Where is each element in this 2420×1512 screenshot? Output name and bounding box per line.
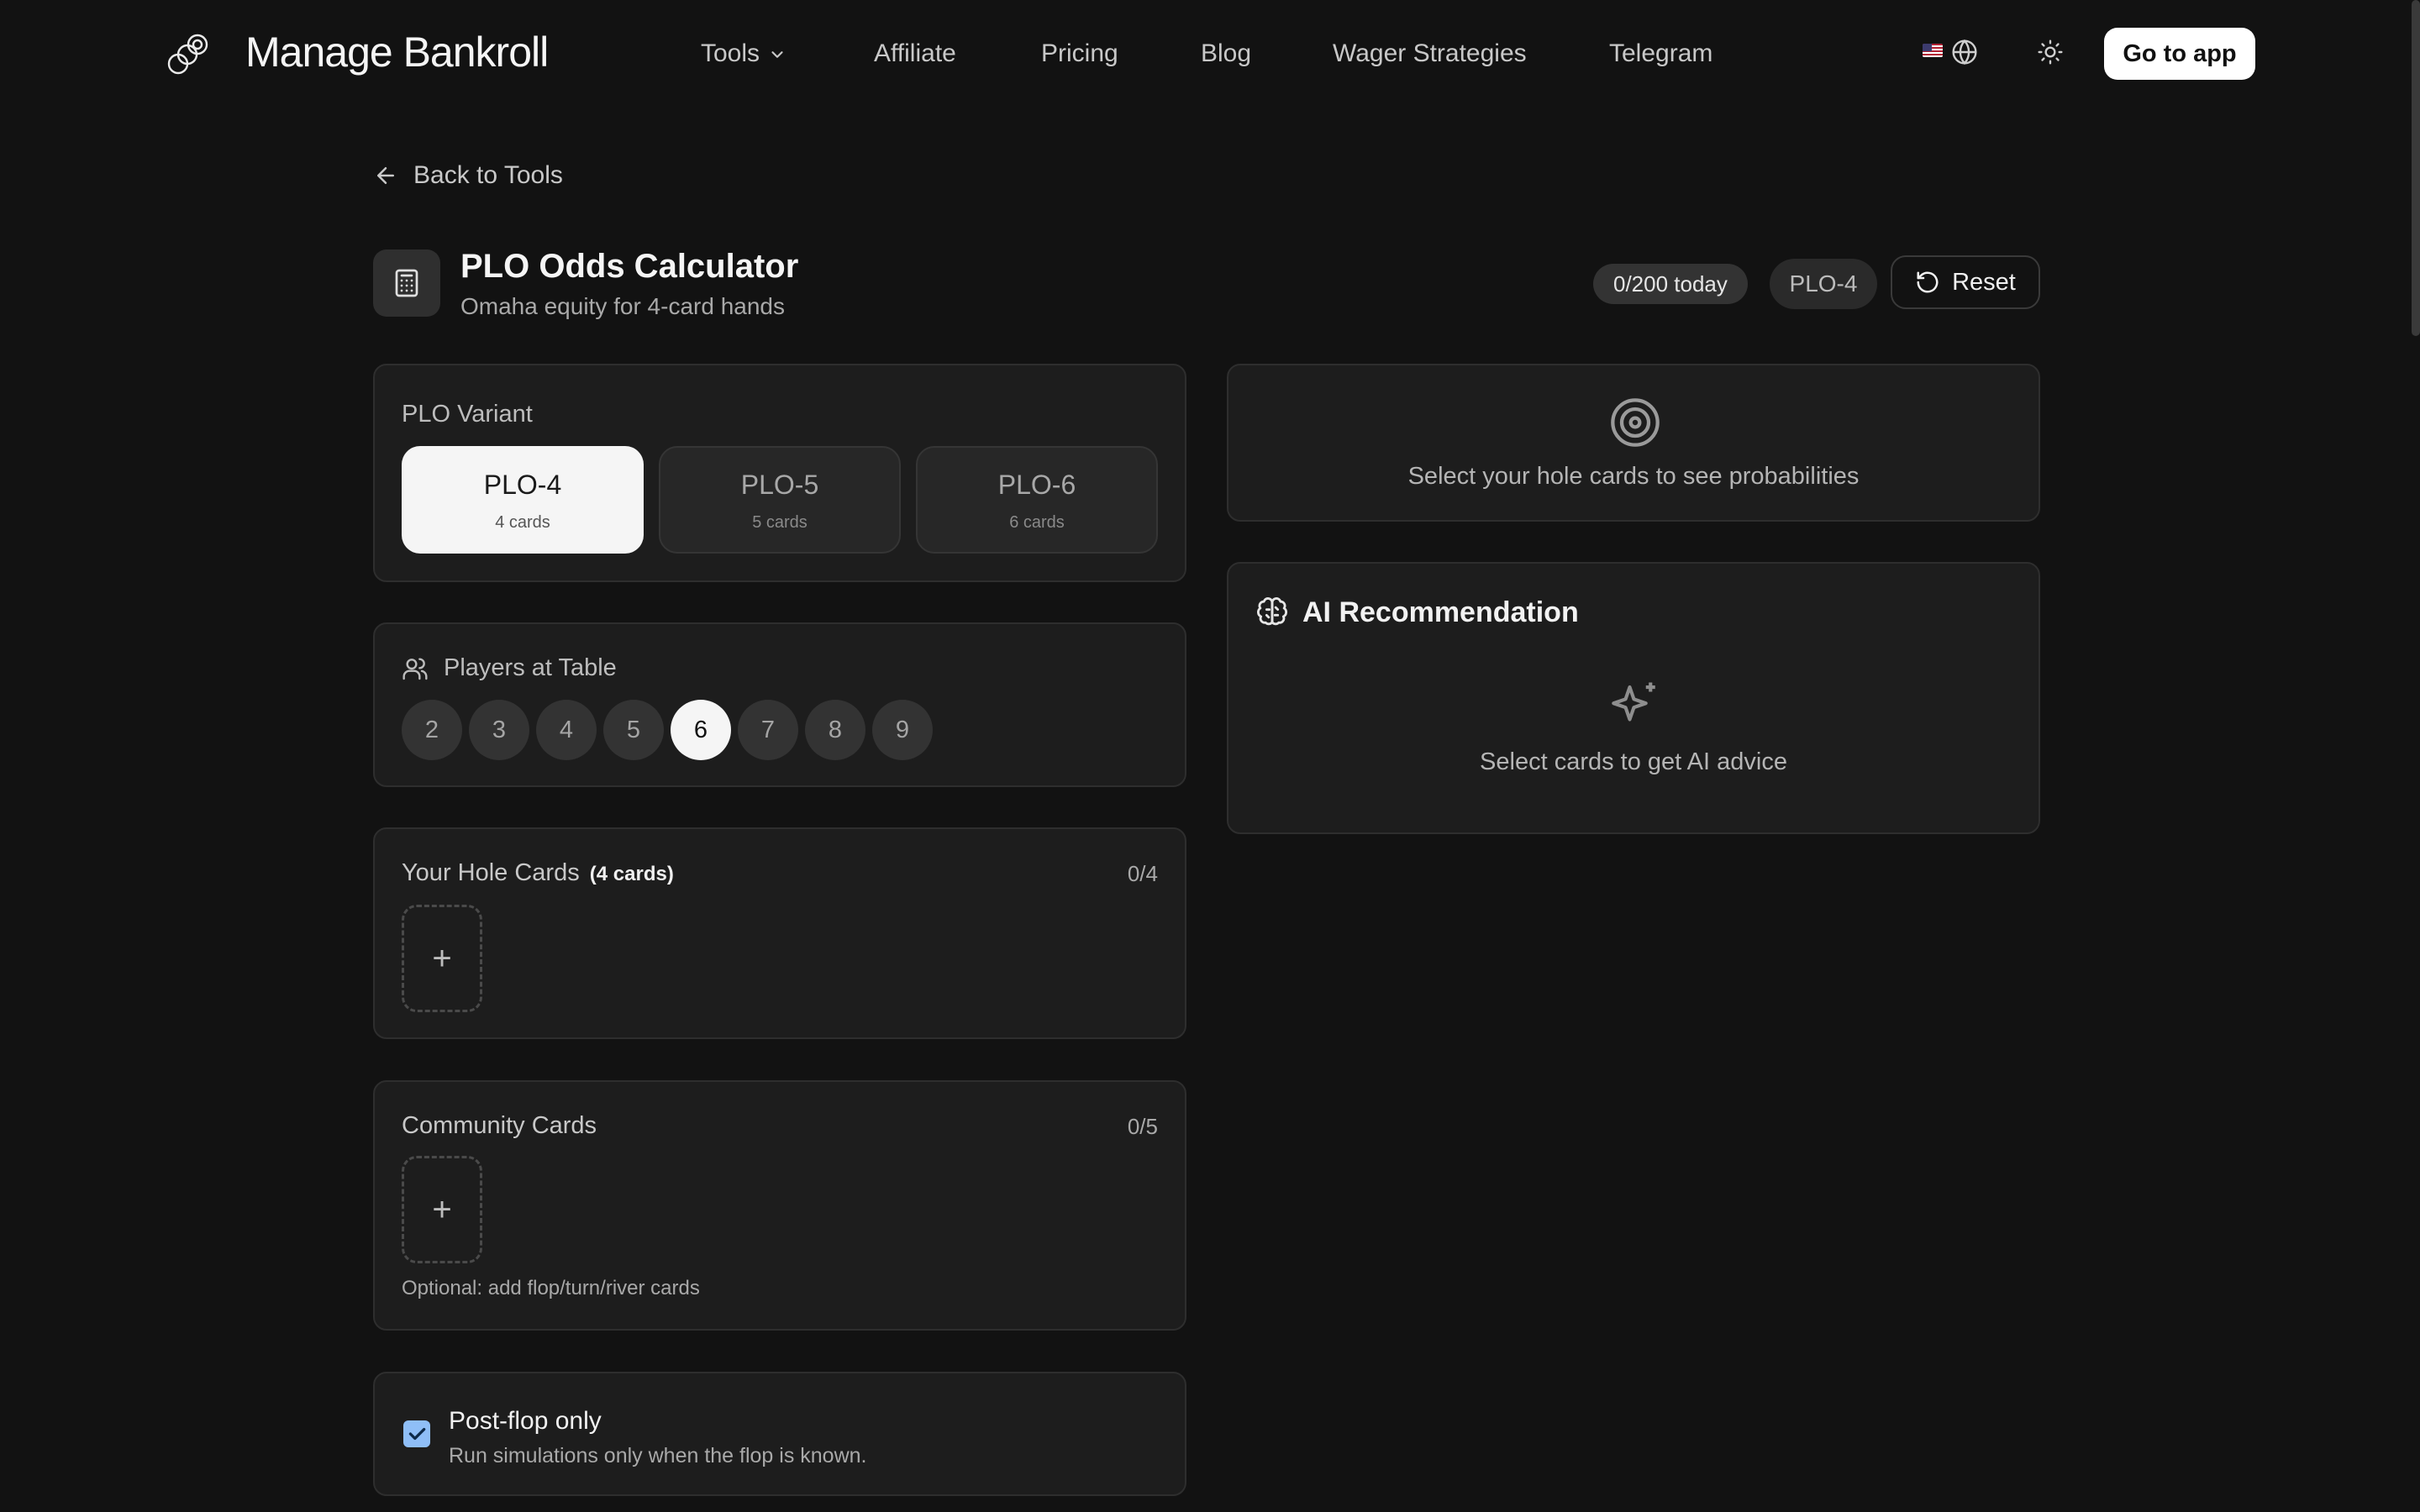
players-header: Players at Table — [402, 654, 617, 682]
ai-title: AI Recommendation — [1302, 596, 1579, 628]
nav-tools-label: Tools — [701, 39, 760, 67]
player-count-2[interactable]: 2 — [402, 700, 462, 760]
add-hole-card-button[interactable]: + — [402, 905, 482, 1012]
plo-variant-label: PLO Variant — [402, 401, 533, 428]
probabilities-empty-text: Select your hole cards to see probabilit… — [1407, 463, 1860, 490]
community-cards-count: 0/5 — [1127, 1114, 1158, 1139]
target-icon — [1611, 398, 1660, 447]
sun-icon[interactable] — [2037, 39, 2064, 66]
postflop-subtitle: Run simulations only when the flop is kn… — [449, 1444, 867, 1467]
variant-card-count: 6 cards — [1009, 512, 1065, 532]
hole-cards-suffix: (4 cards) — [589, 863, 674, 885]
logo-icon[interactable] — [165, 25, 217, 77]
variant-name: PLO-4 — [483, 469, 562, 500]
community-cards-label: Community Cards — [402, 1112, 597, 1139]
go-to-app-button[interactable]: Go to app — [2104, 28, 2255, 80]
player-count-5[interactable]: 5 — [603, 700, 664, 760]
page-title: PLO Odds Calculator — [460, 248, 799, 285]
player-count-3[interactable]: 3 — [469, 700, 529, 760]
variant-card-count: 5 cards — [752, 512, 808, 532]
plo-variant-card: PLO Variant PLO-4 4 cards PLO-5 5 cards … — [373, 364, 1186, 582]
globe-icon[interactable] — [1951, 39, 1978, 66]
nav-tools[interactable]: Tools — [701, 37, 786, 71]
community-cards-card: Community Cards 0/5 + Optional: add flop… — [373, 1080, 1186, 1331]
ai-recommendation-card: AI Recommendation Select cards to get AI… — [1227, 562, 2040, 834]
page-scrollbar[interactable] — [2412, 0, 2420, 336]
calculator-icon-tile — [373, 249, 440, 317]
ai-header: AI Recommendation — [1255, 596, 1579, 629]
community-cards-hint: Optional: add flop/turn/river cards — [402, 1277, 700, 1299]
nav-affiliate[interactable]: Affiliate — [874, 37, 956, 71]
brand-name[interactable]: Manage Bankroll — [245, 25, 549, 79]
calculator-icon — [395, 269, 418, 297]
nav-telegram[interactable]: Telegram — [1609, 37, 1712, 71]
player-count-9[interactable]: 9 — [872, 700, 933, 760]
reset-icon — [1917, 271, 1939, 293]
hole-cards-card: Your Hole Cards (4 cards) 0/4 + — [373, 827, 1186, 1039]
postflop-card: Post-flop only Run simulations only when… — [373, 1372, 1186, 1496]
probabilities-card: Select your hole cards to see probabilit… — [1227, 364, 2040, 522]
player-count-4[interactable]: 4 — [536, 700, 597, 760]
player-count-8[interactable]: 8 — [805, 700, 865, 760]
back-to-tools-label: Back to Tools — [413, 161, 563, 189]
players-card: Players at Table 2 3 4 5 6 7 8 9 — [373, 622, 1186, 787]
variant-option-plo-6[interactable]: PLO-6 6 cards — [916, 446, 1158, 554]
hole-cards-label: Your Hole Cards — [402, 859, 580, 886]
hole-cards-title: Your Hole Cards (4 cards) — [402, 859, 674, 887]
postflop-title: Post-flop only — [449, 1407, 602, 1435]
chevron-down-icon — [771, 51, 783, 58]
us-flag-icon[interactable] — [1923, 44, 1943, 57]
arrow-left-icon — [377, 167, 394, 184]
variant-name: PLO-5 — [740, 469, 819, 500]
player-count-7[interactable]: 7 — [738, 700, 798, 760]
check-icon — [408, 1427, 426, 1441]
variant-option-plo-5[interactable]: PLO-5 5 cards — [659, 446, 901, 554]
reset-label: Reset — [1952, 268, 2016, 296]
hole-cards-count: 0/4 — [1127, 861, 1158, 886]
postflop-checkbox[interactable] — [403, 1420, 430, 1447]
sparkles-icon — [1612, 682, 1655, 722]
ai-empty-text: Select cards to get AI advice — [1480, 748, 1787, 775]
player-count-6[interactable]: 6 — [671, 700, 731, 760]
brain-icon — [1256, 597, 1288, 626]
usage-badge: 0/200 today — [1593, 264, 1748, 304]
reset-button[interactable]: Reset — [1891, 255, 2040, 309]
nav-wager-strategies[interactable]: Wager Strategies — [1333, 37, 1527, 71]
nav-pricing[interactable]: Pricing — [1041, 37, 1118, 71]
nav-blog[interactable]: Blog — [1201, 37, 1251, 71]
variant-badge: PLO-4 — [1770, 259, 1877, 309]
users-icon — [402, 657, 428, 680]
players-label: Players at Table — [444, 654, 617, 681]
page-subtitle: Omaha equity for 4-card hands — [460, 293, 785, 319]
variant-name: PLO-6 — [997, 469, 1076, 500]
variant-card-count: 4 cards — [495, 512, 550, 532]
back-to-tools-link[interactable]: Back to Tools — [373, 161, 563, 190]
variant-option-plo-4[interactable]: PLO-4 4 cards — [402, 446, 644, 554]
add-community-card-button[interactable]: + — [402, 1156, 482, 1263]
